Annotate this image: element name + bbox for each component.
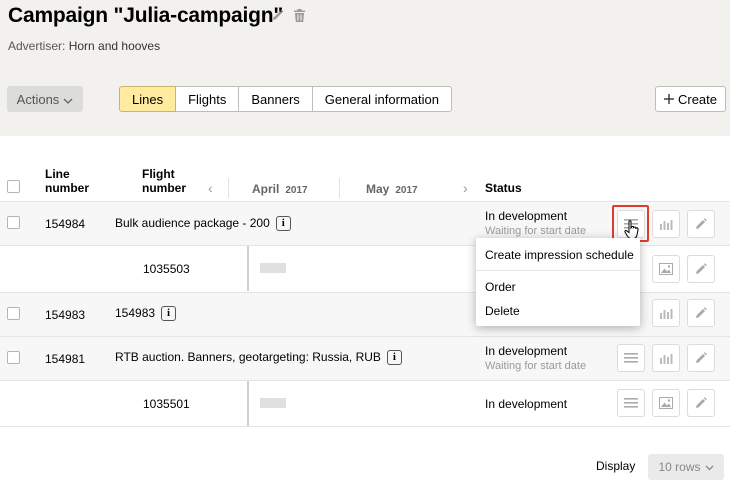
banners-button[interactable] (652, 255, 680, 283)
advertiser-info: Advertiser: Horn and hooves (8, 39, 160, 53)
line-number: 154981 (45, 352, 86, 366)
tab-lines[interactable]: Lines (119, 86, 177, 112)
col-line-number: Line number (45, 167, 89, 195)
plus-icon (663, 92, 674, 107)
row-checkbox[interactable] (7, 351, 20, 364)
menu-item-order[interactable]: Order (485, 280, 516, 294)
info-icon[interactable]: i (161, 306, 177, 322)
pencil-icon (696, 352, 707, 363)
timeline-today-marker (247, 381, 249, 426)
rows-per-page-value: 10 rows (658, 460, 701, 474)
col-flight-number: Flight number (142, 167, 186, 195)
line-name-text: Bulk audience package - 200 (115, 216, 270, 230)
month-may-year: 2017 (395, 185, 418, 196)
menu-item-create-impression-schedule[interactable]: Create impression schedule (485, 248, 634, 262)
status-text: In development (485, 209, 568, 223)
flight-number: 1035503 (143, 262, 190, 276)
display-label: Display (596, 459, 636, 473)
pencil-icon[interactable] (271, 9, 284, 22)
timeline-prev-arrow[interactable]: ‹ (208, 180, 213, 196)
tab-flights[interactable]: Flights (175, 86, 240, 112)
line-name: 154983 i (115, 306, 177, 322)
create-label: Create (677, 91, 718, 107)
info-icon[interactable]: i (386, 350, 402, 366)
trash-icon[interactable] (294, 9, 305, 22)
select-all-checkbox[interactable] (7, 180, 20, 193)
edit-button[interactable] (687, 299, 715, 327)
bar-chart-icon (660, 309, 673, 319)
page-title: Campaign "Julia-campaign" (8, 4, 284, 27)
campaign-header: Campaign "Julia-campaign" Advertiser: Ho… (0, 0, 730, 136)
actions-button[interactable]: Actions (7, 86, 83, 112)
advertiser-label: Advertiser: (8, 39, 66, 53)
list-menu-button[interactable] (617, 389, 645, 417)
line-name-text: RTB auction. Banners, geotargeting: Russ… (115, 350, 381, 364)
rows-per-page-select[interactable]: 10 rows (648, 454, 724, 480)
timeline-next-arrow[interactable]: › (463, 180, 468, 196)
col-status: Status (485, 181, 522, 195)
chevron-down-icon (705, 460, 714, 474)
cursor-hand-icon (624, 220, 639, 239)
pencil-icon (696, 263, 707, 274)
flight-number: 1035501 (143, 397, 190, 411)
month-april-year: 2017 (285, 185, 308, 196)
timeline-divider (228, 178, 229, 198)
edit-button[interactable] (687, 255, 715, 283)
bar-chart-icon (660, 220, 673, 230)
stats-button[interactable] (652, 299, 680, 327)
image-icon (659, 263, 673, 275)
title-actions (271, 9, 305, 22)
col-line-label-2: number (45, 181, 90, 195)
timeline-divider (339, 178, 340, 198)
line-name-text: 154983 (115, 306, 156, 320)
tab-banners[interactable]: Banners (238, 86, 313, 112)
row-checkbox[interactable] (7, 307, 20, 320)
flight-timeline-bar (260, 263, 286, 273)
status-text: In development (485, 397, 568, 411)
edit-button[interactable] (687, 344, 715, 372)
status-subtext: Waiting for start date (485, 360, 587, 372)
line-name: RTB auction. Banners, geotargeting: Russ… (115, 350, 402, 366)
info-icon[interactable]: i (275, 216, 291, 232)
list-icon (624, 353, 638, 363)
bar-chart-icon (660, 354, 673, 364)
month-april-label: April (252, 182, 280, 196)
pencil-icon (696, 307, 707, 318)
month-may: May 2017 (366, 182, 418, 196)
table-bottom-border (0, 426, 730, 427)
menu-divider (476, 270, 640, 271)
stats-button[interactable] (652, 344, 680, 372)
row-checkbox[interactable] (7, 216, 20, 229)
advertiser-name: Horn and hooves (68, 39, 161, 53)
status-text: In development (485, 344, 568, 358)
edit-button[interactable] (687, 210, 715, 238)
month-april: April 2017 (252, 182, 308, 196)
tab-general-information[interactable]: General information (311, 86, 452, 112)
banners-button[interactable] (652, 389, 680, 417)
edit-button[interactable] (687, 389, 715, 417)
view-tabs: Lines Flights Banners General informatio… (119, 86, 452, 112)
pencil-icon (696, 397, 707, 408)
col-flight-label-2: number (142, 181, 187, 195)
list-icon (624, 398, 638, 408)
month-may-label: May (366, 182, 390, 196)
status-subtext: Waiting for start date (485, 225, 587, 237)
line-number: 154984 (45, 217, 86, 231)
line-name: Bulk audience package - 200 i (115, 216, 291, 232)
col-flight-label-1: Flight (142, 167, 175, 181)
chevron-down-icon (63, 92, 73, 107)
line-number: 154983 (45, 308, 86, 322)
pencil-icon (696, 218, 707, 229)
flight-timeline-bar (260, 398, 286, 408)
col-line-label-1: Line (45, 167, 70, 181)
actions-label: Actions (16, 91, 60, 107)
stats-button[interactable] (652, 210, 680, 238)
list-menu-button[interactable] (617, 344, 645, 372)
line-context-menu: Create impression schedule Order Delete (476, 238, 640, 326)
timeline-today-marker (247, 246, 249, 291)
image-icon (659, 397, 673, 409)
menu-item-delete[interactable]: Delete (485, 304, 520, 318)
create-button[interactable]: Create (655, 86, 726, 112)
